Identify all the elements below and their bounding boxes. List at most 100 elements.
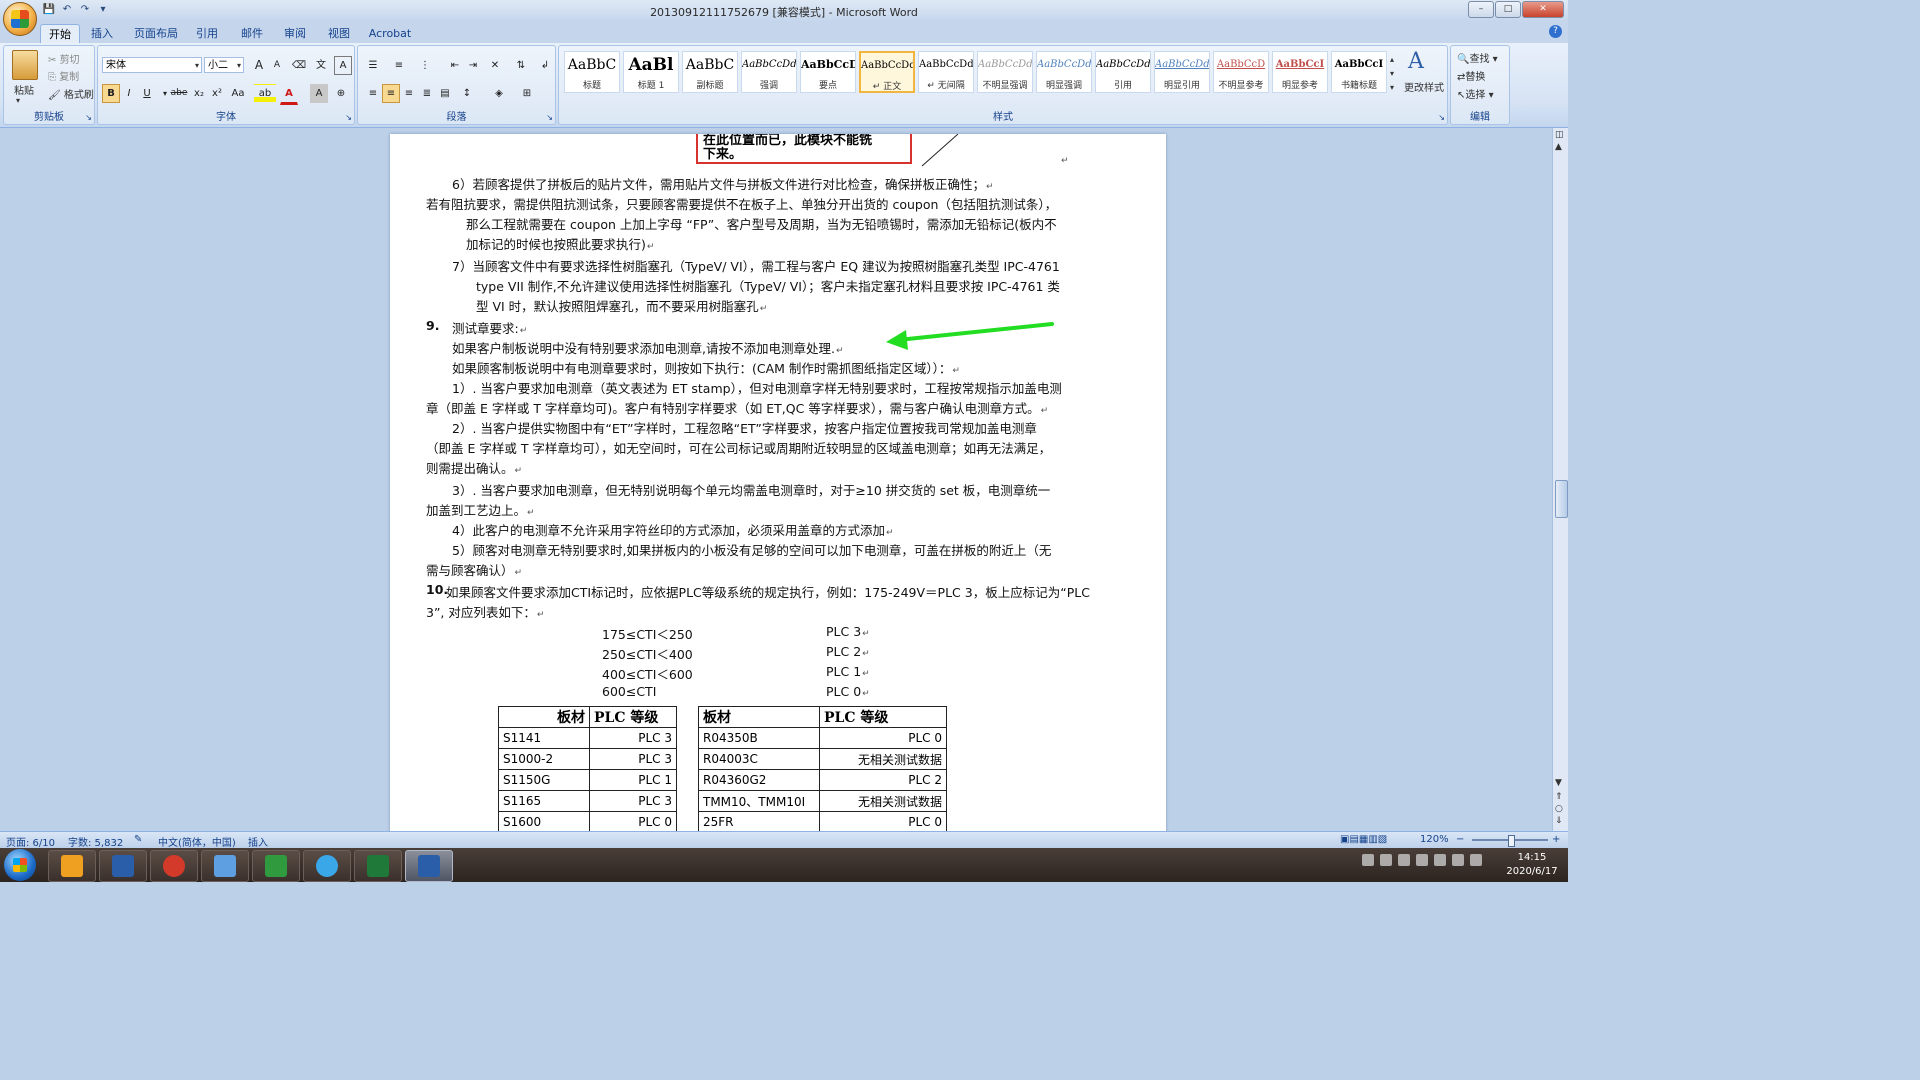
tab-page-layout[interactable]: 页面布局 (128, 24, 184, 43)
borders-icon[interactable]: ⊞ (518, 84, 536, 103)
font-launcher-icon[interactable]: ↘ (345, 113, 352, 122)
clear-format-icon[interactable]: ⌫ (290, 56, 308, 75)
strikethrough-button[interactable]: abe (168, 84, 190, 103)
minimize-button[interactable]: – (1468, 1, 1494, 18)
increase-indent-icon[interactable]: ⇥ (464, 56, 482, 75)
change-case-button[interactable]: Aa (226, 84, 250, 103)
justify-icon[interactable]: ≣ (418, 84, 436, 103)
style-subtle-reference[interactable]: AaBbCcD 不明显参考 (1213, 51, 1269, 93)
paste-button[interactable]: 粘贴 (14, 82, 34, 97)
enclose-char-icon[interactable]: ⊕ (332, 84, 350, 103)
underline-button[interactable]: U (138, 84, 156, 103)
font-size-combo[interactable]: 小二 (204, 57, 244, 74)
language-indicator[interactable]: 中文(简体，中国) (158, 834, 236, 849)
tab-insert[interactable]: 插入 (84, 24, 120, 43)
style-strong[interactable]: AaBbCcD 要点 (800, 51, 856, 93)
gallery-scroll-icon[interactable]: ▴ ▾ ▾ (1390, 53, 1394, 95)
styles-launcher-icon[interactable]: ↘ (1438, 113, 1445, 122)
start-button[interactable] (4, 849, 36, 881)
scroll-thumb[interactable] (1555, 480, 1568, 518)
zoom-out-icon[interactable]: − (1456, 834, 1464, 845)
settings-tray-icon[interactable] (1398, 854, 1410, 866)
chevron-up-icon[interactable] (1416, 854, 1428, 866)
taskbar-app-save[interactable] (99, 850, 147, 882)
style-emphasis[interactable]: AaBbCcDd 强调 (741, 51, 797, 93)
paragraph-launcher-icon[interactable]: ↘ (546, 113, 553, 122)
zoom-level[interactable]: 120% (1420, 834, 1449, 845)
office-button[interactable] (3, 2, 37, 36)
style-subtle-emphasis[interactable]: AaBbCcDd 不明显强调 (977, 51, 1033, 93)
taskbar-app-foxit[interactable] (150, 850, 198, 882)
char-shading-icon[interactable]: A (310, 84, 328, 103)
change-styles-button[interactable]: 更改样式 (1404, 79, 1444, 94)
style-intense-quote[interactable]: AaBbCcDd 明显引用 (1154, 51, 1210, 93)
taskbar-app-notepad[interactable] (201, 850, 249, 882)
chinese-layout-icon[interactable]: ✕ (486, 56, 504, 75)
multilevel-list-icon[interactable]: ⋮ (416, 56, 434, 75)
change-styles-icon[interactable]: A (1408, 49, 1424, 74)
style-no-spacing[interactable]: AaBbCcDd ↵ 无间隔 (918, 51, 974, 93)
taskbar-app-pads[interactable] (252, 850, 300, 882)
subscript-button[interactable]: x₂ (190, 84, 208, 103)
copy-button[interactable]: ⎘ 复制 (48, 68, 79, 83)
scroll-down-icon[interactable]: ▼ (1555, 778, 1562, 788)
flag-icon[interactable] (1434, 854, 1446, 866)
bold-button[interactable]: B (102, 84, 120, 103)
next-page-icon[interactable]: ⇓ (1555, 816, 1563, 826)
taskbar-app-shell[interactable] (48, 850, 96, 882)
tab-view[interactable]: 视图 (322, 24, 356, 43)
font-name-combo[interactable]: 宋体 (102, 57, 202, 74)
tab-references[interactable]: 引用 (190, 24, 224, 43)
style-intense-emphasis[interactable]: AaBbCcDd 明显强调 (1036, 51, 1092, 93)
style-title[interactable]: AaBbC 标题 (564, 51, 620, 93)
highlight-button[interactable]: ab (254, 84, 276, 103)
tab-acrobat[interactable]: Acrobat (364, 24, 416, 43)
taskbar-app-excel[interactable] (354, 850, 402, 882)
page-count[interactable]: 页面: 6/10 (6, 834, 55, 849)
scroll-up-icon[interactable]: ▲ (1555, 142, 1562, 152)
style-book-title[interactable]: AaBbCcI 书籍标题 (1331, 51, 1387, 93)
tab-mailings[interactable]: 邮件 (234, 24, 270, 43)
sort-icon[interactable]: ⇅ (512, 56, 530, 75)
browse-object-icon[interactable]: ○ (1555, 804, 1563, 814)
distribute-icon[interactable]: ▤ (436, 84, 454, 103)
help-icon[interactable]: ? (1549, 25, 1562, 38)
clock[interactable]: 14:15 2020/6/17 (1502, 851, 1562, 879)
decrease-indent-icon[interactable]: ⇤ (446, 56, 464, 75)
tab-home[interactable]: 开始 (40, 24, 80, 44)
zoom-in-icon[interactable]: + (1552, 834, 1560, 845)
document-page[interactable]: 在此位置而已，此模块不能铣 下来。 ↵ 6）若顾客提供了拼板后的贴片文件，需用贴… (390, 134, 1166, 831)
help-tray-icon[interactable] (1380, 854, 1392, 866)
volume-icon[interactable] (1470, 854, 1482, 866)
shading-icon[interactable]: ◈ (490, 84, 508, 103)
font-color-button[interactable]: A (280, 84, 298, 105)
bullets-icon[interactable]: ☰ (364, 56, 382, 75)
zoom-slider-thumb[interactable] (1508, 835, 1515, 847)
prev-page-icon[interactable]: ⇑ (1555, 792, 1563, 802)
dialog-launcher-icon[interactable]: ↘ (85, 113, 92, 122)
replace-button[interactable]: ⇄替换 (1457, 68, 1485, 83)
paste-icon[interactable] (12, 50, 38, 80)
style-intense-reference[interactable]: AaBbCcI 明显参考 (1272, 51, 1328, 93)
style-heading1[interactable]: AaBl 标题 1 (623, 51, 679, 93)
taskbar-app-bird[interactable] (303, 850, 351, 882)
cut-button[interactable]: ✂ 剪切 (48, 51, 80, 66)
insert-mode[interactable]: 插入 (248, 834, 268, 849)
ruler-toggle-icon[interactable]: ◫ (1555, 130, 1564, 140)
style-quote[interactable]: AaBbCcDd 引用 (1095, 51, 1151, 93)
style-normal[interactable]: AaBbCcDd ↵ 正文 (859, 51, 915, 93)
spellcheck-icon[interactable]: ✎ (134, 834, 142, 845)
shrink-font-icon[interactable]: A (268, 56, 286, 75)
keyboard-icon[interactable] (1362, 854, 1374, 866)
network-icon[interactable] (1452, 854, 1464, 866)
grow-font-icon[interactable]: A (250, 56, 268, 75)
italic-button[interactable]: I (120, 84, 138, 103)
superscript-button[interactable]: x² (208, 84, 226, 103)
show-marks-icon[interactable]: ↲ (536, 56, 554, 75)
maximize-button[interactable]: □ (1495, 1, 1521, 18)
align-right-icon[interactable]: ≡ (400, 84, 418, 103)
word-count[interactable]: 字数: 5,832 (68, 834, 123, 849)
char-border-icon[interactable]: A (334, 56, 352, 75)
line-spacing-icon[interactable]: ↕ (458, 84, 476, 103)
align-center-icon[interactable]: ≡ (382, 84, 400, 103)
